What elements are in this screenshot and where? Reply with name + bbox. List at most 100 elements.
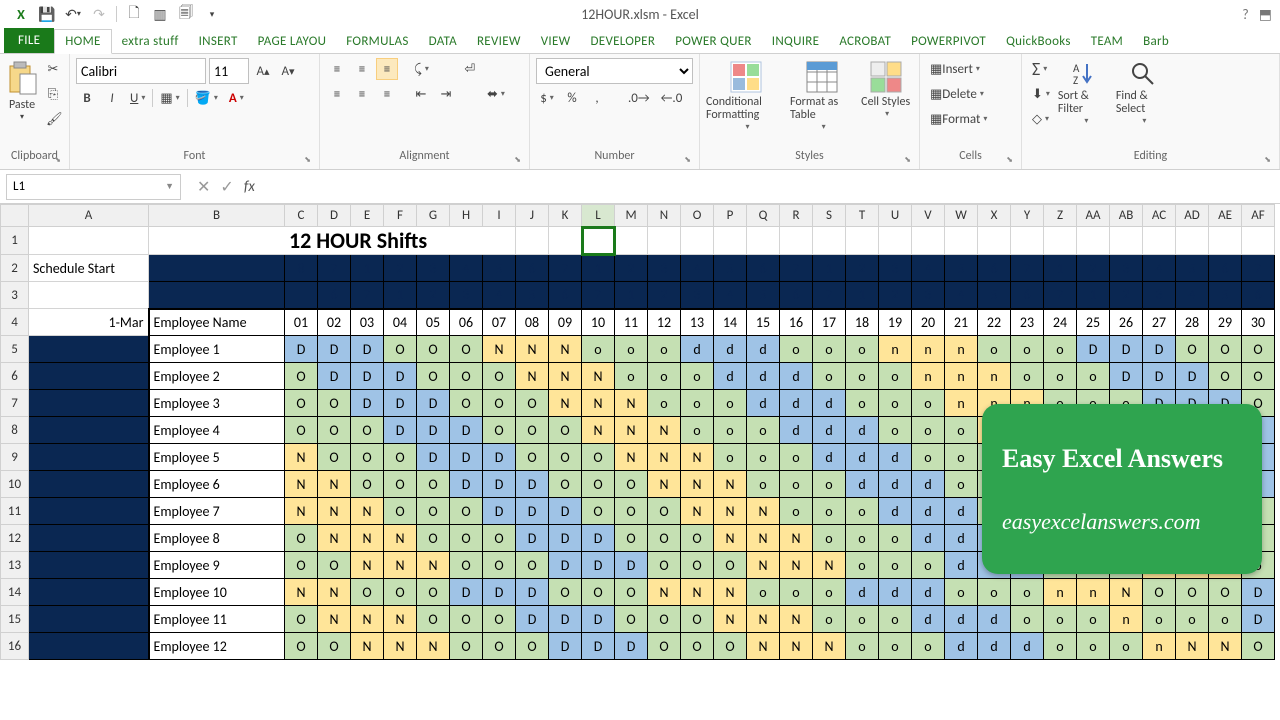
shift-cell[interactable]: O [351, 417, 384, 444]
row-header-9[interactable]: 9 [1, 444, 29, 471]
shift-cell[interactable]: D [318, 363, 351, 390]
row-header-8[interactable]: 8 [1, 417, 29, 444]
day-header-02[interactable]: 02 [318, 309, 351, 336]
employee-name[interactable]: Employee 4 [149, 417, 285, 444]
increase-decimal-icon[interactable]: .0→ [624, 87, 654, 109]
format-as-table-button[interactable]: Format as Table [790, 58, 854, 136]
shift-cell[interactable]: O [285, 552, 318, 579]
shift-cell[interactable]: N [681, 471, 714, 498]
employee-name[interactable]: Employee 9 [149, 552, 285, 579]
col-header-S[interactable]: S [813, 205, 846, 227]
shift-cell[interactable]: o [912, 390, 945, 417]
shift-cell[interactable]: o [1044, 336, 1077, 363]
shift-cell[interactable]: o [978, 579, 1011, 606]
shift-cell[interactable]: O [516, 552, 549, 579]
shift-cell[interactable]: d [912, 525, 945, 552]
tab-team[interactable]: TEAM [1081, 30, 1133, 53]
shift-cell[interactable]: N [648, 579, 681, 606]
shift-cell[interactable]: N [615, 444, 648, 471]
col-header-K[interactable]: K [549, 205, 582, 227]
shift-cell[interactable]: N [351, 498, 384, 525]
shift-cell[interactable]: O [285, 363, 318, 390]
col-header-U[interactable]: U [879, 205, 912, 227]
shift-cell[interactable]: D [450, 471, 483, 498]
col-header-C[interactable]: C [285, 205, 318, 227]
shift-cell[interactable]: O [549, 579, 582, 606]
shift-cell[interactable]: O [615, 471, 648, 498]
conditional-formatting-button[interactable]: Conditional Formatting [706, 58, 786, 136]
align-middle-icon[interactable]: ≡ [351, 58, 373, 80]
shift-cell[interactable]: O [1242, 336, 1275, 363]
shift-cell[interactable]: O [1209, 363, 1242, 390]
shift-cell[interactable]: o [615, 336, 648, 363]
col-header-X[interactable]: X [978, 205, 1011, 227]
shift-cell[interactable]: O [483, 606, 516, 633]
col-header-V[interactable]: V [912, 205, 945, 227]
shift-cell[interactable]: o [648, 363, 681, 390]
day-header-22[interactable]: 22 [978, 309, 1011, 336]
day-header-18[interactable]: 18 [846, 309, 879, 336]
shift-cell[interactable]: o [780, 336, 813, 363]
col-header-Y[interactable]: Y [1011, 205, 1044, 227]
employee-name[interactable]: Employee 1 [149, 336, 285, 363]
day-header-24[interactable]: 24 [1044, 309, 1077, 336]
fill-color-button[interactable]: 🪣 [191, 87, 222, 109]
day-header-26[interactable]: 26 [1110, 309, 1143, 336]
row-header-7[interactable]: 7 [1, 390, 29, 417]
shift-cell[interactable]: N [747, 606, 780, 633]
shift-cell[interactable]: o [1044, 633, 1077, 660]
shift-cell[interactable]: N [582, 363, 615, 390]
shift-cell[interactable]: N [351, 552, 384, 579]
shift-cell[interactable]: o [846, 498, 879, 525]
shift-cell[interactable]: D [351, 390, 384, 417]
shift-cell[interactable]: N [351, 525, 384, 552]
align-center-icon[interactable]: ≡ [351, 83, 373, 105]
day-header-28[interactable]: 28 [1176, 309, 1209, 336]
row-header-3[interactable]: 3 [1, 282, 29, 309]
shift-cell[interactable]: O [681, 606, 714, 633]
day-header-10[interactable]: 10 [582, 309, 615, 336]
col-header-H[interactable]: H [450, 205, 483, 227]
col-header-D[interactable]: D [318, 205, 351, 227]
number-format-select[interactable]: General [536, 58, 693, 84]
shift-cell[interactable]: O [681, 552, 714, 579]
employee-name[interactable]: Employee 12 [149, 633, 285, 660]
shift-cell[interactable]: N [351, 633, 384, 660]
tab-insert[interactable]: INSERT [189, 30, 248, 53]
employee-name[interactable]: Employee 5 [149, 444, 285, 471]
tab-inquire[interactable]: INQUIRE [762, 30, 830, 53]
shift-cell[interactable]: O [318, 444, 351, 471]
row-header-1[interactable]: 1 [1, 227, 29, 255]
shift-cell[interactable]: D [582, 606, 615, 633]
shift-cell[interactable]: o [615, 363, 648, 390]
shift-cell[interactable]: N [417, 552, 450, 579]
shift-cell[interactable]: N [780, 633, 813, 660]
shift-cell[interactable]: o [879, 552, 912, 579]
comma-format-icon[interactable]: , [586, 87, 608, 109]
shift-cell[interactable]: N [615, 390, 648, 417]
shift-cell[interactable]: O [318, 390, 351, 417]
shift-cell[interactable]: O [516, 390, 549, 417]
shift-cell[interactable]: o [1044, 363, 1077, 390]
shift-cell[interactable]: O [615, 579, 648, 606]
shift-cell[interactable]: o [1077, 633, 1110, 660]
tab-formulas[interactable]: FORMULAS [336, 30, 418, 53]
shift-cell[interactable]: O [615, 525, 648, 552]
shift-cell[interactable]: o [780, 579, 813, 606]
shift-cell[interactable]: o [1143, 606, 1176, 633]
shift-cell[interactable]: o [1176, 606, 1209, 633]
shift-cell[interactable]: d [681, 336, 714, 363]
calendar-icon[interactable]: ▥ [149, 3, 171, 25]
shift-cell[interactable]: o [681, 363, 714, 390]
shift-cell[interactable]: N [813, 633, 846, 660]
tab-powerpivot[interactable]: POWERPIVOT [901, 30, 996, 53]
shift-cell[interactable]: d [747, 336, 780, 363]
shift-cell[interactable]: O [1209, 579, 1242, 606]
shift-cell[interactable]: d [912, 606, 945, 633]
shift-cell[interactable]: N [285, 498, 318, 525]
shift-cell[interactable]: n [945, 363, 978, 390]
day-header-29[interactable]: 29 [1209, 309, 1242, 336]
italic-button[interactable]: I [101, 87, 123, 109]
shift-cell[interactable]: o [747, 444, 780, 471]
day-header-23[interactable]: 23 [1011, 309, 1044, 336]
